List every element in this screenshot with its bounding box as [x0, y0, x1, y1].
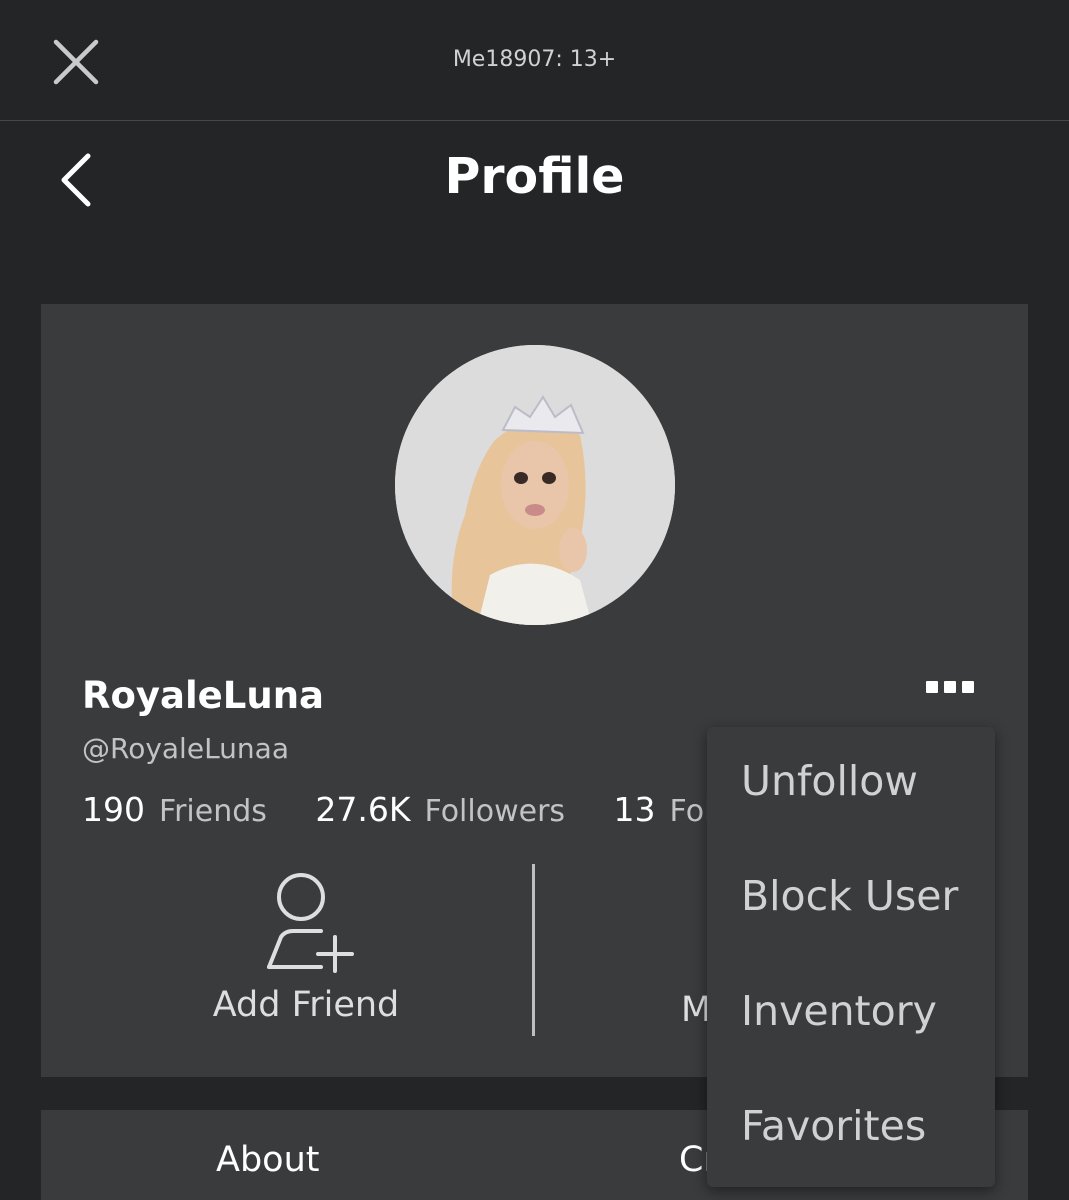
- username: @RoyaleLunaa: [82, 732, 289, 765]
- page-title: Profile: [444, 148, 625, 205]
- stat-followers[interactable]: 27.6K Followers: [315, 790, 565, 829]
- menu-item-unfollow[interactable]: Unfollow: [741, 757, 918, 805]
- add-friend-label: Add Friend: [212, 985, 400, 1025]
- tab-about[interactable]: About: [216, 1140, 319, 1180]
- stat-label: Friends: [159, 794, 267, 829]
- stat-value: 190: [82, 790, 145, 829]
- profile-stats: 190 Friends 27.6K Followers 13 Foll: [82, 790, 759, 829]
- stat-label: Followers: [424, 794, 566, 829]
- menu-item-favorites[interactable]: Favorites: [741, 1102, 926, 1150]
- stat-friends[interactable]: 190 Friends: [82, 790, 267, 829]
- more-options-menu: Unfollow Block User Inventory Favorites: [707, 727, 995, 1187]
- divider: [532, 864, 535, 1036]
- more-dot-icon: [962, 681, 974, 693]
- more-dot-icon: [944, 681, 956, 693]
- menu-item-inventory[interactable]: Inventory: [741, 987, 937, 1035]
- top-bar: Me18907: 13+: [0, 0, 1069, 121]
- stat-value: 27.6K: [315, 790, 411, 829]
- account-label: Me18907: 13+: [452, 47, 617, 72]
- more-dot-icon: [926, 681, 938, 693]
- stat-value: 13: [613, 790, 656, 829]
- avatar[interactable]: [395, 345, 675, 625]
- display-name: RoyaleLuna: [82, 674, 324, 717]
- add-friend-icon: [267, 873, 354, 973]
- add-friend-button[interactable]: Add Friend: [191, 869, 421, 1039]
- more-options-button[interactable]: [926, 678, 980, 696]
- menu-item-block-user[interactable]: Block User: [741, 872, 958, 920]
- stat-following[interactable]: 13 Foll: [614, 790, 721, 829]
- avatar-image: [395, 345, 675, 625]
